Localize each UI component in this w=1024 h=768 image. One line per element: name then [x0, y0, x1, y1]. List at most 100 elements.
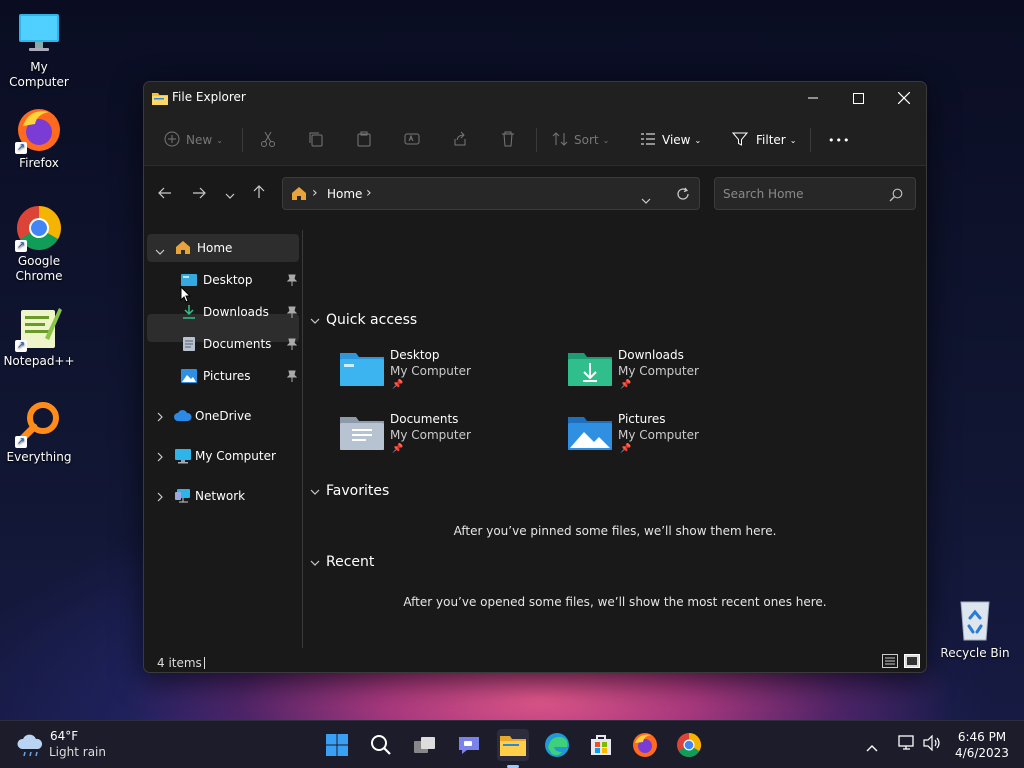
close-button[interactable]	[881, 82, 926, 114]
pin-icon[interactable]	[286, 370, 298, 385]
chevron-right-icon[interactable]	[157, 411, 163, 425]
item-location: My Computer	[390, 428, 471, 442]
tiles-view-button[interactable]	[904, 654, 920, 671]
maximize-button[interactable]	[835, 82, 881, 114]
item-location: My Computer	[390, 364, 471, 378]
more-options-button[interactable]: •••	[828, 126, 850, 154]
desktop-icon-notepadpp[interactable]: ↗ Notepad++	[1, 304, 77, 369]
title-bar[interactable]: File Explorer	[144, 82, 926, 114]
quick-access-item-documents[interactable]: Documents My Computer 📌	[340, 410, 560, 466]
section-title: Quick access	[326, 312, 418, 328]
quick-access-header[interactable]: Quick access	[310, 312, 417, 328]
back-button[interactable]	[154, 182, 176, 204]
search-taskbar-button[interactable]	[365, 729, 397, 761]
taskbar: 64°F Light rain 6:46 PM 4/6/2023	[0, 720, 1024, 768]
search-box[interactable]: Search Home	[714, 177, 916, 210]
up-button[interactable]	[248, 182, 270, 204]
weather-widget[interactable]: 64°F Light rain	[16, 729, 116, 761]
pane-divider[interactable]	[302, 230, 303, 648]
search-icon[interactable]	[889, 187, 903, 206]
navigation-bar: › Home › Search Home	[144, 166, 926, 220]
sidebar-item-onedrive[interactable]: OneDrive	[147, 402, 299, 430]
rename-icon	[404, 131, 420, 150]
home-icon	[175, 240, 191, 258]
store-taskbar-button[interactable]	[585, 729, 617, 761]
show-hidden-icons-button[interactable]	[866, 737, 878, 756]
filter-button[interactable]: Filter ⌄	[731, 126, 796, 154]
forward-button[interactable]	[188, 182, 210, 204]
address-dropdown-button[interactable]	[641, 189, 651, 208]
chevron-right-icon[interactable]	[157, 451, 163, 465]
copy-icon	[308, 131, 324, 150]
mouse-cursor	[180, 285, 192, 308]
address-bar[interactable]: › Home ›	[282, 177, 700, 210]
refresh-button[interactable]	[676, 186, 690, 205]
section-title: Recent	[326, 554, 375, 570]
sidebar-item-network[interactable]: Network	[147, 482, 299, 510]
desktop-icon-my-computer[interactable]: My Computer	[1, 10, 77, 90]
sidebar-item-downloads[interactable]: Downloads	[147, 298, 299, 326]
view-label: View	[662, 133, 691, 147]
sidebar-item-pictures[interactable]: Pictures	[147, 362, 299, 390]
desktop-icon-everything[interactable]: ↗ Everything	[1, 400, 77, 465]
start-button[interactable]	[321, 729, 353, 761]
chrome-taskbar-button[interactable]	[673, 729, 705, 761]
sidebar-item-desktop[interactable]: Desktop	[147, 266, 299, 294]
content-pane: Quick access Desktop My Computer 📌 Downl…	[304, 220, 926, 650]
recycle-bin-icon	[951, 596, 999, 644]
desktop-icon-label: Google Chrome	[15, 254, 63, 283]
paste-button[interactable]	[356, 126, 372, 154]
sidebar-item-documents[interactable]: Documents	[147, 330, 299, 358]
sidebar-item-my-computer[interactable]: My Computer	[147, 442, 299, 470]
new-label: New	[186, 133, 213, 147]
clock-date: 4/6/2023	[955, 746, 1009, 760]
desktop-icon-label: Everything	[6, 450, 72, 464]
monitor-icon	[174, 448, 192, 467]
chevron-right-icon[interactable]	[157, 491, 163, 505]
breadcrumb-home[interactable]: Home	[327, 187, 362, 201]
chevron-down-icon[interactable]	[155, 244, 165, 258]
pin-icon[interactable]	[286, 306, 298, 321]
clock[interactable]: 6:46 PM 4/6/2023	[950, 729, 1014, 761]
delete-button[interactable]	[500, 126, 516, 154]
status-divider	[204, 657, 205, 669]
details-view-button[interactable]	[882, 654, 898, 671]
plus-circle-icon	[164, 131, 180, 150]
minimize-button[interactable]	[790, 82, 836, 114]
desktop-icon-chrome[interactable]: ↗ Google Chrome	[1, 204, 77, 284]
share-icon	[452, 131, 468, 150]
pin-icon[interactable]	[286, 274, 298, 289]
cut-button[interactable]	[260, 126, 276, 154]
document-icon	[182, 336, 196, 355]
desktop-icon-firefox[interactable]: ↗ Firefox	[1, 106, 77, 171]
sidebar-item-home[interactable]: Home	[147, 234, 299, 262]
view-button[interactable]: View ⌄	[640, 126, 701, 154]
breadcrumb-separator[interactable]: ›	[366, 185, 372, 201]
file-explorer-taskbar-button[interactable]	[497, 729, 529, 768]
quick-access-item-downloads[interactable]: Downloads My Computer 📌	[568, 346, 788, 402]
refresh-icon	[677, 187, 689, 200]
volume-button[interactable]	[922, 734, 942, 755]
network-status-button[interactable]	[898, 735, 916, 755]
desktop-icon-recycle-bin[interactable]: Recycle Bin	[937, 596, 1013, 661]
favorites-header[interactable]: Favorites	[310, 483, 389, 499]
sort-button[interactable]: Sort ⌄	[552, 126, 609, 154]
new-button[interactable]: New ⌄	[164, 126, 223, 154]
rename-button[interactable]	[404, 126, 420, 154]
firefox-icon: ↗	[15, 106, 63, 154]
edge-taskbar-button[interactable]	[541, 729, 573, 761]
edge-icon	[545, 733, 569, 757]
recent-locations-button[interactable]	[219, 182, 241, 204]
recent-header[interactable]: Recent	[310, 554, 374, 570]
share-button[interactable]	[452, 126, 468, 154]
firefox-taskbar-button[interactable]	[629, 729, 661, 761]
quick-access-item-desktop[interactable]: Desktop My Computer 📌	[340, 346, 560, 402]
teams-chat-button[interactable]	[453, 729, 485, 761]
pin-icon[interactable]	[286, 338, 298, 353]
sidebar-item-label: Downloads	[203, 305, 269, 319]
copy-button[interactable]	[308, 126, 324, 154]
quick-access-item-pictures[interactable]: Pictures My Computer 📌	[568, 410, 788, 466]
search-placeholder[interactable]: Search Home	[723, 187, 803, 201]
trash-icon	[500, 131, 516, 150]
task-view-button[interactable]	[409, 729, 441, 761]
